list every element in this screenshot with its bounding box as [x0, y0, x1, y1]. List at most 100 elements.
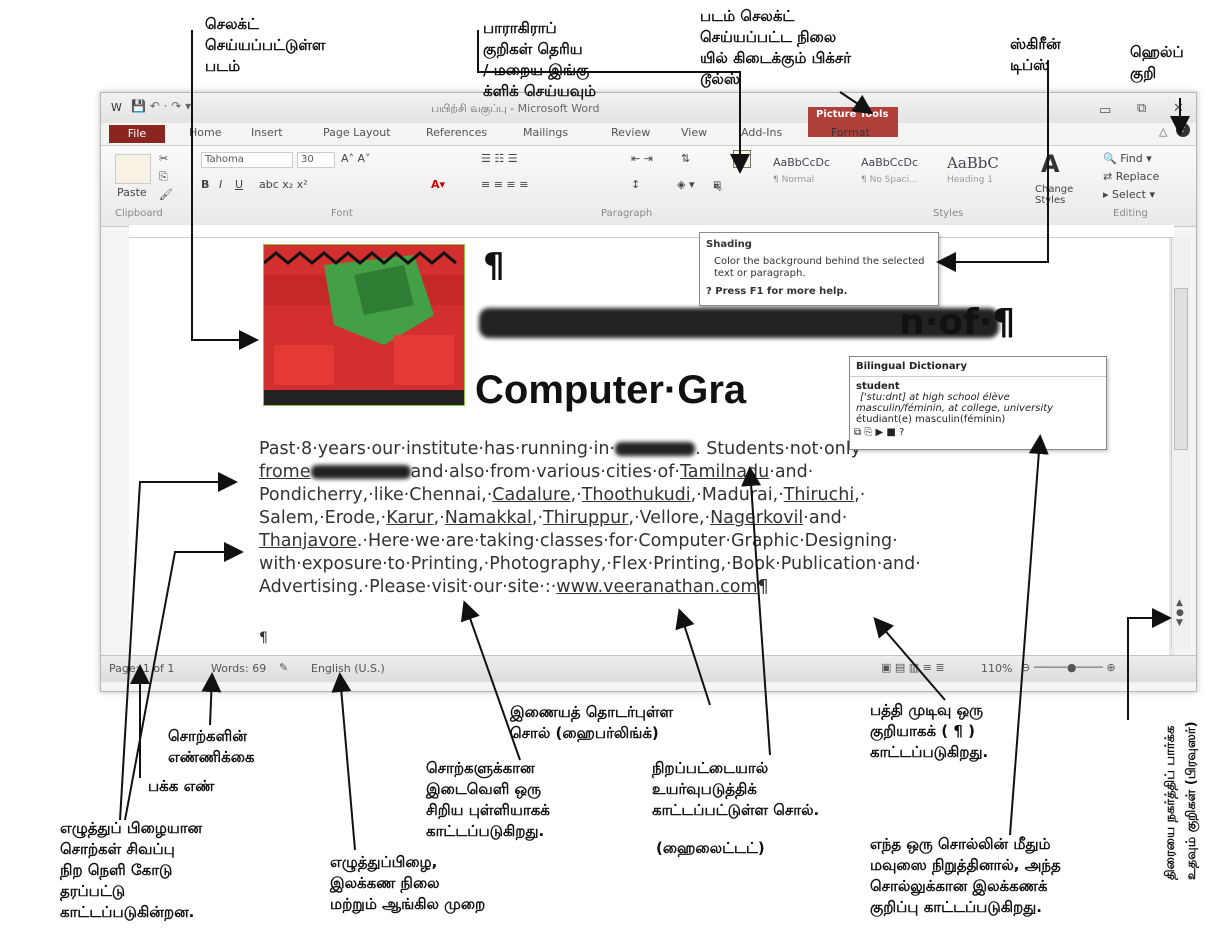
annotation-proofing: எழுத்துப்பிழை, இலக்கண நிலை மற்றும் ஆங்கி… — [330, 853, 486, 913]
grow-font-icon[interactable]: A˄ A˅ — [341, 152, 371, 165]
find-button[interactable]: 🔍 Find ▾ — [1103, 152, 1152, 165]
tab-insert[interactable]: Insert — [251, 126, 283, 139]
style-normal[interactable]: AaBbCcDc ¶ Normal — [773, 156, 845, 192]
spell-flagged-word[interactable]: Thiruppur — [543, 508, 628, 528]
change-styles-label[interactable]: Change Styles — [1035, 184, 1085, 206]
spell-flagged-word[interactable]: Cadalure — [492, 485, 570, 505]
spell-flagged-word[interactable]: Thiruchi — [784, 485, 855, 505]
zoom-level[interactable]: 110% — [981, 662, 1012, 675]
proofing-icon[interactable]: ✎ — [279, 661, 288, 674]
tab-home[interactable]: Home — [189, 126, 221, 139]
group-font: Font — [331, 208, 353, 219]
annotation-paragraph-end: பத்தி முடிவு ஒரு குறியாகக் ( ¶ ) காட்டப்… — [870, 701, 989, 761]
bilingual-dictionary: Bilingual Dictionary student ['stu:dnt] … — [849, 356, 1107, 450]
style-heading-1[interactable]: AaBbC Heading 1 — [947, 154, 1027, 190]
borders-icon[interactable]: ⊞ — [713, 180, 721, 191]
group-styles: Styles — [933, 208, 964, 219]
font-size-box[interactable]: 30 — [297, 152, 335, 168]
tab-references[interactable]: References — [426, 126, 487, 139]
annotation-help: ஹெல்ப் குறி — [1130, 43, 1184, 82]
highlighted-word-2 — [310, 465, 411, 479]
quick-access-save-icon[interactable]: 💾 ↶ · ↷ ▾ — [131, 99, 191, 113]
status-bar: Page: 1 of 1 Words: 69 ✎ English (U.S.) … — [101, 655, 1196, 682]
bullets-icon[interactable]: ☰ ☷ ☰ — [481, 152, 518, 165]
cut-icon[interactable]: ✂ — [159, 152, 168, 165]
paste-icon[interactable] — [115, 154, 151, 184]
spell-flagged-word[interactable]: Karur — [386, 508, 433, 528]
vertical-scrollbar[interactable]: ▲ ● ▼ — [1171, 238, 1190, 648]
word-window: W 💾 ↶ · ↷ ▾ பயிற்சி வகுப்பு - Microsoft … — [100, 92, 1197, 692]
replace-button[interactable]: ⇄ Replace — [1103, 170, 1159, 183]
help-icon[interactable]: ? — [1176, 123, 1190, 137]
spelling-error-word[interactable]: frome — [259, 462, 311, 482]
shading-icon[interactable]: ◈ ▾ — [677, 178, 694, 191]
change-styles-icon[interactable]: A — [1041, 150, 1077, 186]
tab-format[interactable]: Format — [831, 126, 870, 139]
view-buttons[interactable]: ▣ ▤ ▥ ≡ ≣ — [881, 661, 945, 674]
para-line-5: Thanjavore.·Here·we·are·taking·classes·f… — [259, 531, 898, 551]
annotation-page-number: பக்க எண் — [148, 777, 215, 795]
tab-view[interactable]: View — [681, 126, 707, 139]
selected-picture[interactable] — [263, 244, 465, 406]
font-name-box[interactable]: Tahoma — [201, 152, 293, 168]
screen-tip: Shading Color the background behind the … — [699, 232, 939, 306]
align-icons[interactable]: ≡ ≡ ≡ ≡ — [481, 178, 528, 191]
restore-icon[interactable]: ⧉ — [1137, 101, 1146, 116]
italic-icon[interactable]: I — [219, 178, 222, 191]
tab-page-layout[interactable]: Page Layout — [323, 126, 391, 139]
style-no-spacing[interactable]: AaBbCcDc ¶ No Spaci... — [861, 156, 933, 192]
para-text: Salem,·Erode,· — [259, 508, 387, 528]
bold-icon[interactable]: B — [201, 178, 209, 191]
para-line-7: Advertising.·Please·visit·our·site·:·www… — [259, 577, 769, 597]
word-app-icon[interactable]: W — [111, 101, 122, 114]
paragraph-end-mark: ¶ — [757, 577, 769, 597]
group-paragraph: Paragraph — [601, 208, 653, 219]
document-page[interactable]: ¶ n·of·¶ Computer·Gra Past·8·years·our·i… — [129, 232, 1169, 663]
group-editing: Editing — [1113, 208, 1148, 219]
highlighted-word[interactable] — [615, 442, 696, 456]
annotation-highlight: நிறப்பட்டையால் உயர்வுபடுத்திக் காட்டப்பட… — [652, 759, 820, 819]
ruler[interactable] — [129, 225, 1174, 238]
spell-flagged-word[interactable]: Thoothukudi — [582, 485, 691, 505]
para-line-2: frome and·also·from·various·cities·of·Tam… — [259, 462, 814, 482]
para-text: ·and· — [803, 508, 848, 528]
line-spacing-icon[interactable]: ↕ — [631, 178, 640, 191]
font-color-icon[interactable]: A▾ — [431, 178, 445, 191]
word-count[interactable]: Words: 69 — [211, 662, 266, 675]
browse-object-icon[interactable]: ▲ ● ▼ — [1176, 598, 1184, 628]
para-text: ,· — [433, 508, 445, 528]
heading-2: Computer·Gra — [475, 368, 747, 412]
para-text: ,· — [570, 485, 582, 505]
paste-label: Paste — [117, 186, 147, 199]
language[interactable]: English (U.S.) — [311, 662, 385, 675]
page-number[interactable]: Page: 1 of 1 — [109, 662, 174, 675]
heading-1-tail: n·of·¶ — [899, 302, 1016, 343]
underline-icon[interactable]: U — [235, 178, 243, 191]
hyperlink[interactable]: www.veeranathan.com — [556, 577, 757, 597]
para-text: ,· — [854, 485, 866, 505]
show-hide-paragraph-icon[interactable]: ¶ — [733, 150, 751, 168]
format-painter-icon[interactable]: 🖌 — [159, 188, 173, 201]
annotation-picture-tools: படம் செலக்ட் செய்யப்பட்ட நிலை யில் கிடைக… — [700, 7, 852, 88]
spell-flagged-word[interactable]: Nagerkovil — [710, 508, 803, 528]
sort-icon[interactable]: ⇅ — [681, 152, 690, 165]
tab-mailings[interactable]: Mailings — [523, 126, 568, 139]
spell-flagged-word[interactable]: Namakkal — [445, 508, 532, 528]
annotation-selected-picture: செலக்ட் செய்யப்பட்டுள்ள படம் — [205, 15, 326, 75]
ribbon-minimize-icon[interactable]: △ — [1159, 125, 1167, 138]
indent-icons[interactable]: ⇤ ⇥ — [631, 152, 653, 165]
select-button[interactable]: ▸ Select ▾ — [1103, 188, 1155, 201]
window-title: பயிற்சி வகுப்பு - Microsoft Word — [431, 102, 600, 115]
minimize-icon[interactable]: ▭ — [1099, 103, 1111, 118]
tab-review[interactable]: Review — [611, 126, 650, 139]
tab-add-ins[interactable]: Add-Ins — [741, 126, 782, 139]
zoom-slider[interactable]: ⊖ ─────●──── ⊕ — [1021, 661, 1116, 674]
screen-tip-help: ? Press F1 for more help. — [706, 286, 848, 297]
annotation-screen-tips: ஸ்கிரீன் டிப்ஸ் — [1010, 35, 1061, 74]
strike-sub-super-icons[interactable]: abc x₂ x² — [259, 178, 308, 191]
close-icon[interactable]: ✕ — [1173, 101, 1184, 116]
dictionary-toolbar[interactable]: ⧉ ⎘ ▶ ■ ? — [854, 427, 1106, 438]
copy-icon[interactable]: ⎘ — [159, 170, 168, 184]
para-line-4: Salem,·Erode,·Karur,·Namakkal,·Thiruppur… — [259, 507, 1079, 530]
annotation-word-count: சொற்களின் எண்ணிக்கை — [168, 727, 255, 766]
